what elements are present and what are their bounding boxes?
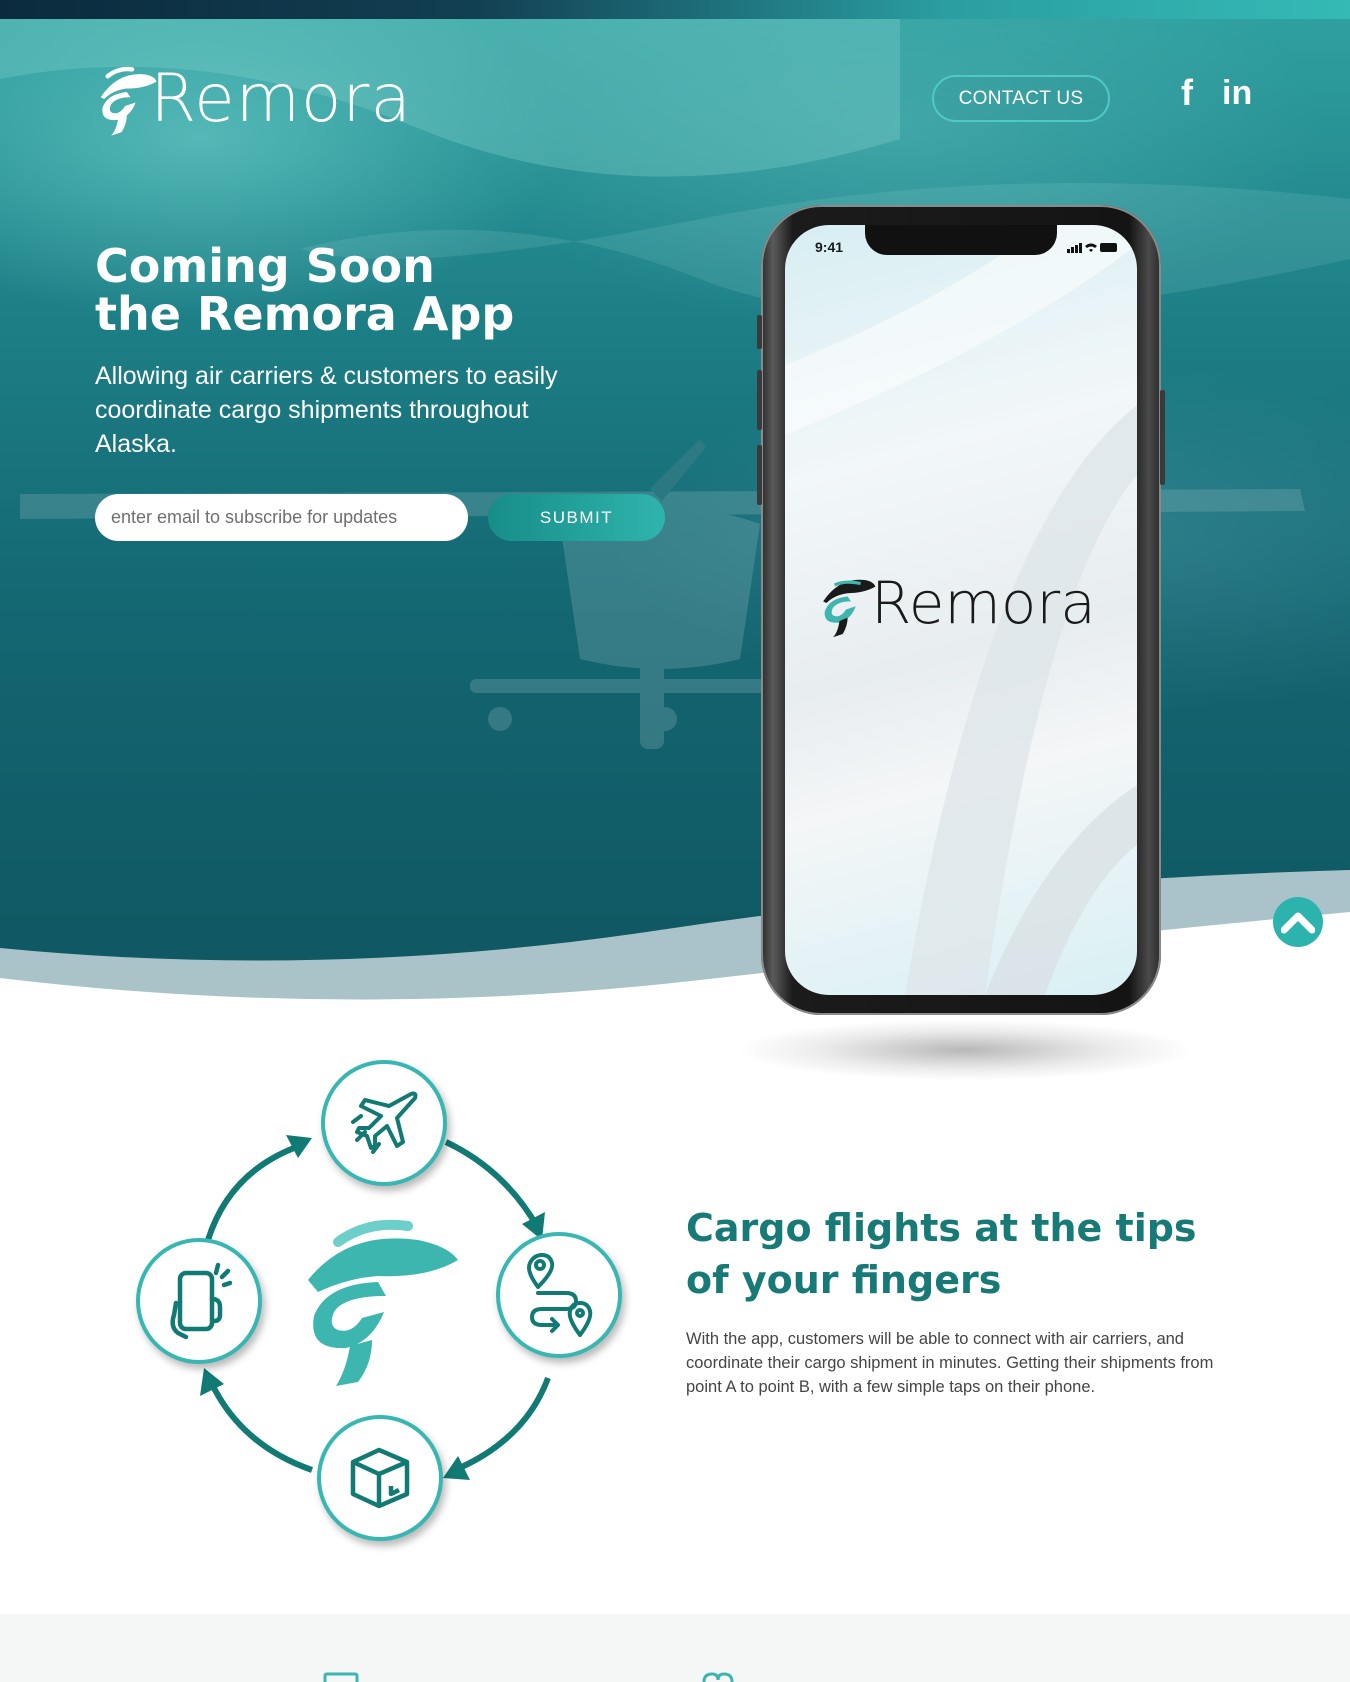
next-section-icon-right (702, 1672, 734, 1682)
phone-volume-up (757, 370, 762, 430)
headline-line-1: Coming Soon (95, 239, 435, 293)
chevron-up-icon (1281, 912, 1315, 934)
package-icon (350, 1447, 410, 1509)
contact-us-button[interactable]: CONTACT US (932, 75, 1110, 122)
next-section-band (0, 1614, 1350, 1682)
route-pin-icon (527, 1253, 593, 1337)
status-bar-icons (1067, 243, 1117, 253)
phone-notch (865, 225, 1057, 255)
status-bar-time: 9:41 (815, 239, 844, 255)
phone-shadow (740, 1020, 1190, 1080)
hero-headline: Coming Soon the Remora App (95, 242, 715, 338)
phone-mute-switch (757, 315, 762, 349)
phone-tap-node (136, 1238, 262, 1364)
headline-line-2: the Remora App (95, 287, 515, 341)
submit-button[interactable]: SUBMIT (488, 494, 665, 541)
screen-app-logo: Remora (815, 563, 1115, 643)
phone-tap-icon (170, 1262, 232, 1340)
hero-subhead: Allowing air carriers & customers to eas… (95, 362, 558, 458)
feature-body: With the app, customers will be able to … (686, 1330, 1214, 1396)
facebook-icon[interactable]: f (1181, 73, 1193, 113)
remora-fish-logo-icon (823, 579, 876, 638)
brand-logo[interactable]: Remora (92, 57, 412, 141)
phone-volume-down (757, 445, 762, 505)
package-node (317, 1415, 443, 1541)
phone-screen: 9:41 Remora (785, 225, 1137, 995)
airplane-node (321, 1060, 447, 1186)
next-section-icon-left (323, 1672, 359, 1682)
brand-wordmark: Remora (150, 60, 412, 137)
route-node (496, 1232, 622, 1358)
phone-power-button (1160, 390, 1165, 485)
screen-app-wordmark: Remora (871, 569, 1096, 637)
airplane-icon (351, 1091, 418, 1154)
cargo-cycle-diagram (130, 1060, 630, 1560)
scroll-to-top-button[interactable] (1273, 897, 1323, 947)
feature-title: Cargo flights at the tips of your finger… (686, 1206, 1197, 1302)
top-accent-bar (0, 0, 1350, 19)
phone-mockup: 9:41 Remora (757, 205, 1165, 1015)
email-subscribe-input[interactable] (95, 494, 468, 541)
linkedin-icon[interactable]: in (1222, 73, 1252, 113)
remora-fish-logo-icon (100, 66, 157, 136)
